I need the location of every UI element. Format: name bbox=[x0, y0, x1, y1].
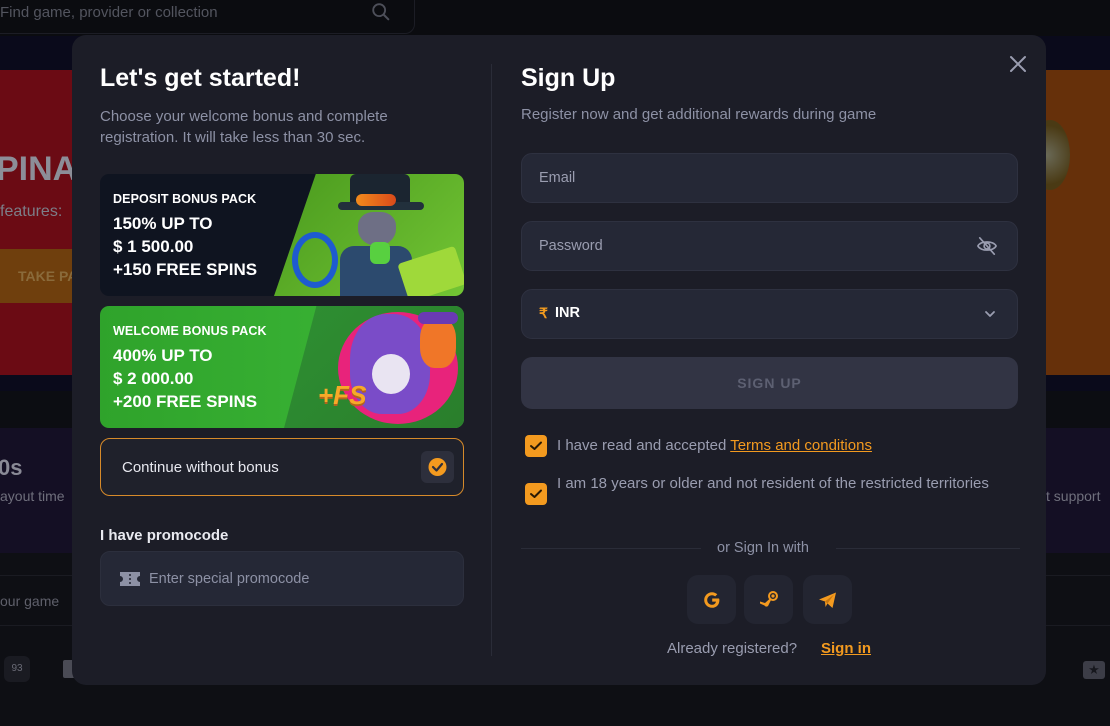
email-field[interactable] bbox=[521, 153, 1018, 203]
or-sign-in-with-label: or Sign In with bbox=[717, 540, 809, 556]
google-icon bbox=[704, 592, 720, 608]
terms-checkbox[interactable] bbox=[525, 435, 547, 457]
or-divider-left bbox=[521, 548, 701, 549]
welcome-bonus-card[interactable]: +FS WELCOME BONUS PACK 400% UP TO $ 2 00… bbox=[100, 306, 464, 428]
background-side-banner bbox=[1046, 70, 1110, 375]
rupee-icon: ₹ bbox=[539, 305, 548, 321]
continue-without-bonus-option[interactable]: Continue without bonus bbox=[100, 438, 464, 496]
currency-value: INR bbox=[555, 305, 580, 321]
check-circle-icon bbox=[428, 458, 447, 476]
background-promo-button-label: TAKE PA bbox=[18, 268, 78, 284]
bonus-free-spins: +150 FREE SPINS bbox=[113, 260, 258, 279]
cash-art bbox=[370, 242, 390, 264]
checkmark-icon bbox=[530, 441, 542, 450]
close-icon[interactable] bbox=[1006, 52, 1030, 76]
bonus-amount: $ 1 500.00 bbox=[113, 237, 194, 256]
bonus-kicker: WELCOME BONUS PACK bbox=[113, 324, 267, 338]
chip-art bbox=[292, 232, 338, 288]
google-signin-button[interactable] bbox=[687, 575, 736, 624]
already-registered-label: Already registered? bbox=[667, 640, 798, 657]
currency-select[interactable]: ₹ INR bbox=[521, 289, 1018, 339]
goggles-art bbox=[356, 194, 396, 206]
background-find-game-text: our game bbox=[0, 593, 60, 609]
bearded-character-art bbox=[420, 318, 456, 368]
password-input[interactable] bbox=[539, 222, 959, 270]
steam-signin-button[interactable] bbox=[744, 575, 793, 624]
column-divider bbox=[491, 64, 492, 656]
free-spins-badge: +FS bbox=[318, 380, 367, 410]
bonus-kicker: DEPOSIT BONUS PACK bbox=[113, 192, 257, 206]
email-input[interactable] bbox=[539, 154, 959, 202]
deposit-bonus-card[interactable]: DEPOSIT BONUS PACK 150% UP TO $ 1 500.00… bbox=[100, 174, 464, 296]
background-promo-banner bbox=[0, 70, 80, 375]
star-ticket-icon[interactable]: ★ bbox=[1083, 661, 1105, 679]
telegram-icon bbox=[819, 592, 836, 608]
bonus-free-spins: +200 FREE SPINS bbox=[113, 392, 258, 411]
welcome-subtitle: Choose your welcome bonus and complete r… bbox=[100, 108, 388, 146]
terms-link[interactable]: Terms and conditions bbox=[730, 437, 872, 454]
background-promo-subtitle: features: bbox=[0, 203, 63, 220]
checkmark-icon bbox=[530, 489, 542, 498]
promocode-label: I have promocode bbox=[100, 527, 229, 544]
signup-subtitle: Register now and get additional rewards … bbox=[521, 106, 877, 123]
raccoon-face-art bbox=[358, 212, 396, 246]
signup-button[interactable]: SIGN UP bbox=[521, 357, 1018, 409]
age-checkbox[interactable] bbox=[525, 483, 547, 505]
promocode-input[interactable] bbox=[149, 552, 449, 605]
password-field[interactable] bbox=[521, 221, 1018, 271]
steam-icon bbox=[760, 591, 778, 607]
background-search-bar[interactable]: Find game, provider or collection bbox=[0, 0, 415, 34]
eye-off-icon[interactable] bbox=[976, 236, 998, 256]
selected-check-badge bbox=[421, 451, 454, 483]
search-icon[interactable] bbox=[370, 1, 392, 23]
ticket-icon bbox=[120, 572, 140, 586]
background-stat-label: ayout time bbox=[0, 488, 65, 504]
fox-belly-art bbox=[372, 354, 410, 394]
or-divider-right bbox=[836, 548, 1020, 549]
cap-art bbox=[418, 312, 458, 324]
background-stat-label-right: t support bbox=[1046, 488, 1101, 504]
background-search-placeholder: Find game, provider or collection bbox=[0, 4, 218, 21]
terms-prefix: I have read and accepted bbox=[557, 437, 731, 454]
sign-in-link[interactable]: Sign in bbox=[821, 640, 871, 657]
telegram-signin-button[interactable] bbox=[803, 575, 852, 624]
bonus-percent: 150% UP TO bbox=[113, 214, 213, 233]
continue-without-bonus-label: Continue without bonus bbox=[122, 459, 279, 476]
promocode-field[interactable] bbox=[100, 551, 464, 606]
background-count-badge[interactable]: 93 bbox=[4, 656, 30, 682]
terms-label: I have read and accepted Terms and condi… bbox=[557, 436, 872, 456]
welcome-title: Let's get started! bbox=[100, 64, 301, 92]
background-stat-value: 0s bbox=[0, 455, 23, 480]
bonus-percent: 400% UP TO bbox=[113, 346, 213, 365]
signup-title: Sign Up bbox=[521, 64, 616, 92]
age-label: I am 18 years or older and not resident … bbox=[557, 475, 989, 492]
bonus-amount: $ 2 000.00 bbox=[113, 369, 194, 388]
chevron-down-icon bbox=[985, 311, 995, 317]
